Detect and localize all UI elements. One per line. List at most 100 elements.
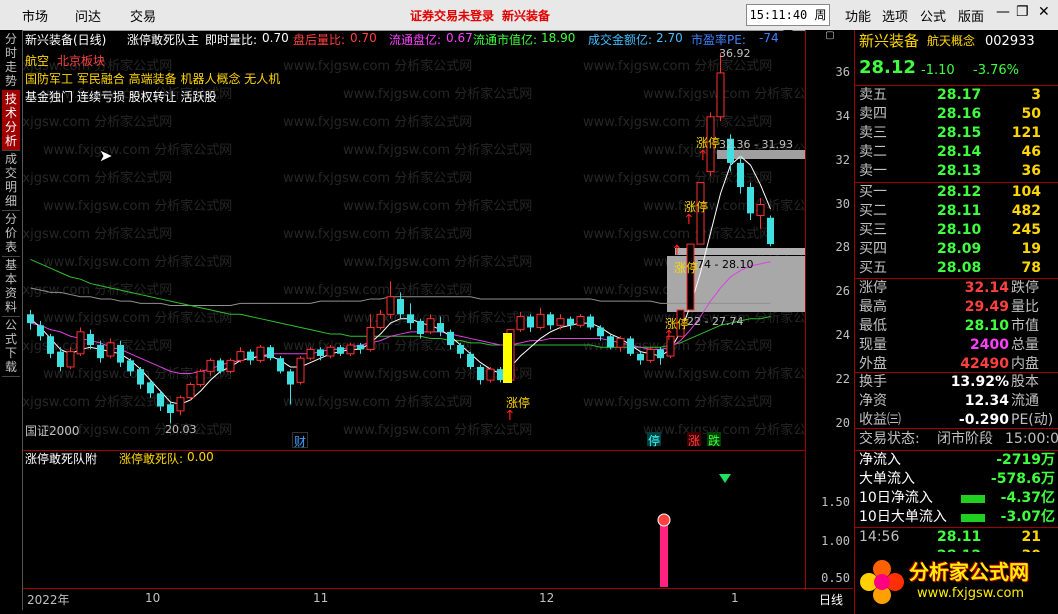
sub-indicator-chart[interactable]: 涨停敢死队附 涨停敢死队: 0.00 — [23, 450, 805, 587]
low-price-label: 20.03 — [165, 423, 197, 436]
close-icon[interactable]: ✕ — [1038, 4, 1050, 20]
menu-trade[interactable]: 交易 — [130, 6, 156, 25]
candle — [627, 336, 634, 356]
quote-row: 涨停 32.14 跌停 — [855, 279, 1058, 298]
y-tick: 20 — [835, 416, 850, 431]
left-tabs: 分时走势 技术分析 成交明细 分价表 基本资料 公式下载 — [0, 30, 23, 610]
quote-code: 002933 — [985, 34, 1035, 49]
stat-label: 净资 — [859, 393, 887, 409]
indicator-value: 0.67 — [446, 31, 473, 45]
x-tick: 11 — [313, 591, 329, 605]
candle — [296, 356, 305, 385]
quote-row: 买四 28.09 19 — [855, 240, 1058, 259]
stat-label: 股本 — [1011, 374, 1039, 390]
menu-function[interactable]: 功能 — [845, 6, 871, 25]
y-tick: 34 — [835, 108, 850, 123]
candle — [467, 351, 474, 370]
bid-volume: 245 — [1011, 222, 1041, 238]
watermark-text: www.fxjgsw.com 分析家公式网 — [343, 422, 532, 438]
rise-marker[interactable]: 涨 — [687, 432, 701, 448]
trade-state-label: 交易状态: — [859, 431, 920, 447]
axis-scroll-icon[interactable]: ▢ — [806, 30, 854, 42]
formula-name[interactable]: 涨停敢死队主 — [127, 31, 199, 48]
period-selector[interactable]: 日线 — [819, 591, 843, 608]
watermark-text: www.fxjgsw.com 分析家公式网 — [643, 422, 805, 438]
ask-price: 28.15 — [937, 125, 982, 141]
finance-marker[interactable]: 财 — [292, 432, 308, 449]
top-menu-bar: 市场 问达 交易 证券交易未登录 新兴装备 15:11:40 周五 功能 选项 … — [0, 0, 1058, 42]
y-tick: 22 — [835, 372, 850, 387]
quote-change: -1.10 — [921, 63, 955, 78]
suspend-marker[interactable]: 停 — [647, 432, 661, 448]
login-alert[interactable]: 证券交易未登录 — [410, 7, 494, 24]
watermark-text: www.fxjgsw.com 分析家公式网 — [343, 198, 532, 214]
bid-volume: 19 — [1021, 241, 1041, 257]
tab-formula-download[interactable]: 公式下载 — [2, 316, 20, 377]
ask-label: 卖一 — [859, 163, 887, 179]
indicator-label: 即时量比: — [205, 33, 258, 47]
up-arrow-icon: ↑ — [671, 243, 683, 259]
watermark-text: www.fxjgsw.com 分析家公式网 — [343, 142, 532, 158]
watermark-text: www.fxjgsw.com 分析家公式网 — [283, 114, 472, 130]
tick-time: 14:56 — [859, 529, 900, 545]
stat-label: 跌停 — [1011, 280, 1039, 296]
menu-options[interactable]: 选项 — [882, 6, 908, 25]
quote-row: 买五 28.08 78 — [855, 259, 1058, 278]
candle — [767, 215, 774, 247]
green-down-triangle-icon — [719, 474, 731, 483]
menu-wenda[interactable]: 问达 — [75, 6, 101, 25]
watermark-text: www.fxjgsw.com 分析家公式网 — [583, 114, 772, 130]
candle — [196, 369, 205, 387]
candle — [47, 334, 54, 359]
stat-label: 最高 — [859, 299, 887, 315]
bid-price: 28.10 — [937, 222, 982, 238]
watermark-text: www.fxjgsw.com 分析家公式网 — [43, 142, 232, 158]
fall-marker[interactable]: 跌 — [707, 432, 721, 448]
candle — [247, 349, 254, 365]
subchart-title[interactable]: 涨停敢死队附 — [25, 450, 97, 467]
restore-icon[interactable]: ❐ — [1016, 4, 1029, 20]
watermark-text: www.fxjgsw.com 分析家公式网 — [283, 282, 472, 298]
watermark-text: www.fxjgsw.com 分析家公式网 — [283, 170, 472, 186]
tab-deals[interactable]: 成交明细 — [2, 150, 20, 211]
candle — [587, 314, 594, 330]
watermark-text: www.fxjgsw.com 分析家公式网 — [583, 226, 772, 242]
bid-volume: 104 — [1011, 184, 1041, 200]
concept-line-3: 基金独门 连续亏损 股权转让 活跃股 — [25, 90, 217, 104]
flow-value: -578.6万 — [990, 471, 1055, 487]
quote-row: 现量 2400 总量 — [855, 336, 1058, 355]
candle — [236, 347, 245, 363]
tick-price: 28.11 — [937, 529, 982, 545]
subchart-item-label: 涨停敢死队: — [119, 452, 184, 466]
tab-price-table[interactable]: 分价表 — [2, 210, 20, 257]
menu-layout[interactable]: 版面 — [958, 6, 984, 25]
watermark-text: www.fxjgsw.com 分析家公式网 — [343, 254, 532, 270]
candle — [686, 243, 695, 311]
watermark-text: www.fxjgsw.com 分析家公式网 — [583, 58, 772, 74]
mouse-cursor-icon: ➤ — [99, 146, 113, 165]
stat-label: 总量 — [1011, 337, 1039, 353]
ask-volume: 36 — [1021, 163, 1041, 179]
quote-row: 卖一 28.13 36 — [855, 162, 1058, 181]
x-tick: 2022年 — [27, 593, 70, 607]
minimize-icon[interactable]: — — [996, 4, 1010, 20]
stat-label: 市值 — [1011, 318, 1039, 334]
menu-formula[interactable]: 公式 — [920, 6, 946, 25]
menu-market[interactable]: 市场 — [22, 6, 48, 25]
candle — [346, 342, 355, 356]
candle — [607, 334, 614, 350]
flow-bar — [961, 495, 985, 503]
candle — [27, 309, 34, 330]
tab-profile[interactable]: 基本资料 — [2, 256, 20, 317]
ask-label: 卖五 — [859, 87, 887, 103]
ask-price: 28.13 — [937, 163, 982, 179]
candle — [226, 358, 235, 374]
stat-label: 流通 — [1011, 393, 1039, 409]
tab-intraday[interactable]: 分时走势 — [2, 30, 20, 91]
tab-technical[interactable]: 技术分析 — [2, 90, 20, 151]
watermark-text: www.fxjgsw.com 分析家公式网 — [23, 394, 172, 410]
watermark-text: www.fxjgsw.com 分析家公式网 — [43, 254, 232, 270]
candle — [567, 316, 574, 330]
main-kline-chart[interactable]: www.fxjgsw.com 分析家公式网 www.fxjgsw.com 分析家公… — [23, 30, 805, 450]
ask-label: 卖三 — [859, 125, 887, 141]
